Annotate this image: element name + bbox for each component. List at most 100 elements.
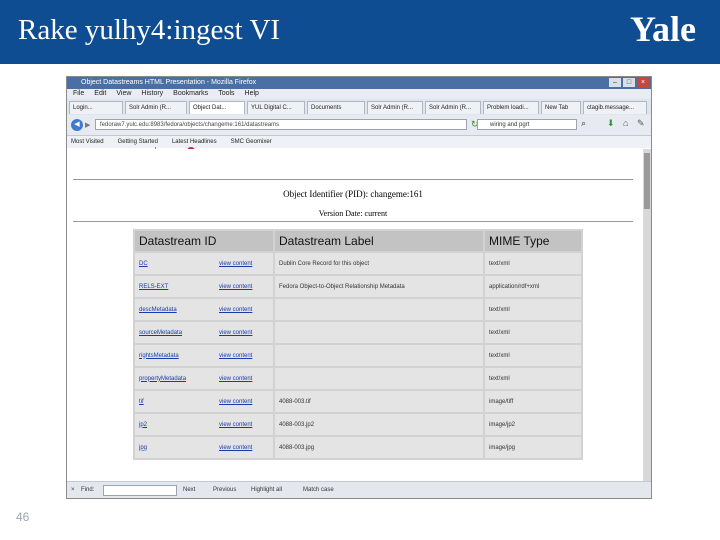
datastream-id-link[interactable]: RELS-EXT — [139, 284, 219, 290]
navigation-bar: ◀ ▶ fedoraw7.yulc.edu:8983/fedora/object… — [67, 115, 651, 136]
bookmark-most-visited[interactable]: Most Visited — [71, 136, 104, 148]
match-case-checkbox[interactable]: Match case — [303, 482, 334, 498]
mime-type: text/xml — [485, 345, 581, 366]
menu-bookmarks[interactable]: Bookmarks — [173, 89, 208, 99]
window-title: Object Datastreams HTML Presentation - M… — [81, 79, 257, 86]
tab-new-tab[interactable]: New Tab — [541, 101, 581, 114]
datastream-id-link[interactable]: tif — [139, 399, 219, 405]
view-content-link[interactable]: view content — [219, 307, 252, 313]
tab-solr-admin-3[interactable]: Solr Admin (R... — [425, 101, 481, 114]
datastream-id-link[interactable]: propertyMetadata — [139, 376, 219, 382]
find-input[interactable] — [103, 485, 177, 496]
page-number: 46 — [16, 510, 30, 524]
datastream-id-link[interactable]: sourceMetadata — [139, 330, 219, 336]
tab-solr-admin-1[interactable]: Solr Admin (R... — [125, 101, 187, 114]
view-content-link[interactable]: view content — [219, 330, 252, 336]
tab-object-datastreams[interactable]: Object Dat... — [189, 101, 245, 114]
menu-history[interactable]: History — [141, 89, 163, 99]
column-header-mime: MIME Type — [485, 231, 581, 251]
tab-ctagib[interactable]: ctagib.message... — [583, 101, 647, 114]
bookmark-latest-headlines[interactable]: Latest Headlines — [172, 136, 217, 148]
datastream-label — [275, 368, 483, 389]
menu-tools[interactable]: Tools — [218, 89, 234, 99]
menu-view[interactable]: View — [116, 89, 131, 99]
menu-file[interactable]: File — [73, 89, 84, 99]
table-header-row: Datastream ID Datastream Label MIME Type — [135, 231, 581, 251]
datastream-label: 4088-003.jpg — [275, 437, 483, 458]
view-content-link[interactable]: view content — [219, 261, 252, 267]
search-input[interactable]: wiring and pgrt — [477, 119, 577, 130]
tab-problem-loading[interactable]: Problem loadi... — [483, 101, 539, 114]
home-icon[interactable]: ⌂ — [623, 118, 628, 128]
view-content-link[interactable]: view content — [219, 353, 252, 359]
datastream-label: 4088-003.jp2 — [275, 414, 483, 435]
datastream-label: Fedora Object-to-Object Relationship Met… — [275, 276, 483, 297]
mime-type: text/xml — [485, 299, 581, 320]
menu-bar: File Edit View History Bookmarks Tools H… — [67, 89, 651, 99]
tab-yul-digital[interactable]: YUL Digital C... — [247, 101, 305, 114]
highlight-all-button[interactable]: Highlight all — [251, 482, 282, 498]
tools-icon[interactable]: ✎ — [637, 118, 645, 129]
datastream-id-link[interactable]: jp2 — [139, 422, 219, 428]
table-row: rightsMetadata view content text/xml — [135, 345, 581, 366]
view-content-link[interactable]: view content — [219, 376, 252, 382]
search-icon[interactable]: ⌕ — [581, 118, 586, 129]
table-row: DC view content Dublin Core Record for th… — [135, 253, 581, 274]
slide-title: Rake yulhy4:ingest VI — [18, 14, 281, 46]
datastream-label — [275, 322, 483, 343]
yale-logo: Yale — [630, 9, 696, 49]
download-icon[interactable]: ⬇ — [607, 118, 615, 129]
table-row: jpg view content 4088-003.jpg image/jpg — [135, 437, 581, 458]
view-content-link[interactable]: view content — [219, 445, 252, 451]
pid-line: Object Identifier (PID): changeme:161 — [283, 189, 423, 199]
mime-type: text/xml — [485, 253, 581, 274]
version-date: Version Date: current — [318, 209, 388, 218]
vertical-scrollbar[interactable] — [643, 149, 651, 481]
menu-help[interactable]: Help — [245, 89, 259, 99]
browser-screenshot: Object Datastreams HTML Presentation - M… — [66, 76, 652, 499]
datastream-id-link[interactable]: descMetadata — [139, 307, 219, 313]
find-previous-button[interactable]: Previous — [213, 482, 236, 498]
url-bar[interactable]: fedoraw7.yulc.edu:8983/fedora/objects/ch… — [95, 119, 467, 130]
maximize-button[interactable]: □ — [623, 78, 635, 87]
bookmark-smc-geomixer[interactable]: SMC Geomixer — [231, 136, 272, 148]
menu-edit[interactable]: Edit — [94, 89, 106, 99]
table-row: jp2 view content 4088-003.jp2 image/jp2 — [135, 414, 581, 435]
mime-type: image/tiff — [485, 391, 581, 412]
forward-icon[interactable]: ▶ — [85, 121, 90, 129]
close-find-icon[interactable]: × — [71, 482, 75, 498]
view-content-link[interactable]: view content — [219, 399, 252, 405]
divider-bottom — [73, 221, 633, 222]
datastream-label — [275, 299, 483, 320]
datastream-label — [275, 345, 483, 366]
close-button[interactable]: × — [637, 78, 649, 87]
mime-type: image/jpg — [485, 437, 581, 458]
table-row: propertyMetadata view content text/xml — [135, 368, 581, 389]
datastream-id-link[interactable]: rightsMetadata — [139, 353, 219, 359]
scrollbar-thumb[interactable] — [644, 153, 650, 209]
minimize-button[interactable]: – — [609, 78, 621, 87]
table-row: tif view content 4088-003.tif image/tiff — [135, 391, 581, 412]
page-content: Object Identifier (PID): changeme:161 Ve… — [67, 149, 651, 481]
slide-header: Rake yulhy4:ingest VI Yale — [0, 0, 720, 64]
column-header-label: Datastream Label — [275, 231, 483, 251]
view-content-link[interactable]: view content — [219, 422, 252, 428]
datastream-label: Dublin Core Record for this object — [275, 253, 483, 274]
find-next-button[interactable]: Next — [183, 482, 195, 498]
view-content-link[interactable]: view content — [219, 284, 252, 290]
datastream-label: 4088-003.tif — [275, 391, 483, 412]
bookmark-getting-started[interactable]: Getting Started — [118, 136, 158, 148]
datastream-id-link[interactable]: jpg — [139, 445, 219, 451]
table-row: descMetadata view content text/xml — [135, 299, 581, 320]
tab-documents[interactable]: Documents — [307, 101, 365, 114]
datastream-id-link[interactable]: DC — [139, 261, 219, 267]
back-icon[interactable]: ◀ — [71, 119, 83, 131]
mime-type: application/rdf+xml — [485, 276, 581, 297]
window-titlebar: Object Datastreams HTML Presentation - M… — [67, 77, 651, 89]
mime-type: text/xml — [485, 322, 581, 343]
find-label: Find: — [81, 487, 95, 493]
table-row: RELS-EXT view content Fedora Object-to-Ob… — [135, 276, 581, 297]
tab-login[interactable]: Login... — [69, 101, 123, 114]
column-header-id: Datastream ID — [135, 231, 273, 251]
tab-solr-admin-2[interactable]: Solr Admin (R... — [367, 101, 423, 114]
